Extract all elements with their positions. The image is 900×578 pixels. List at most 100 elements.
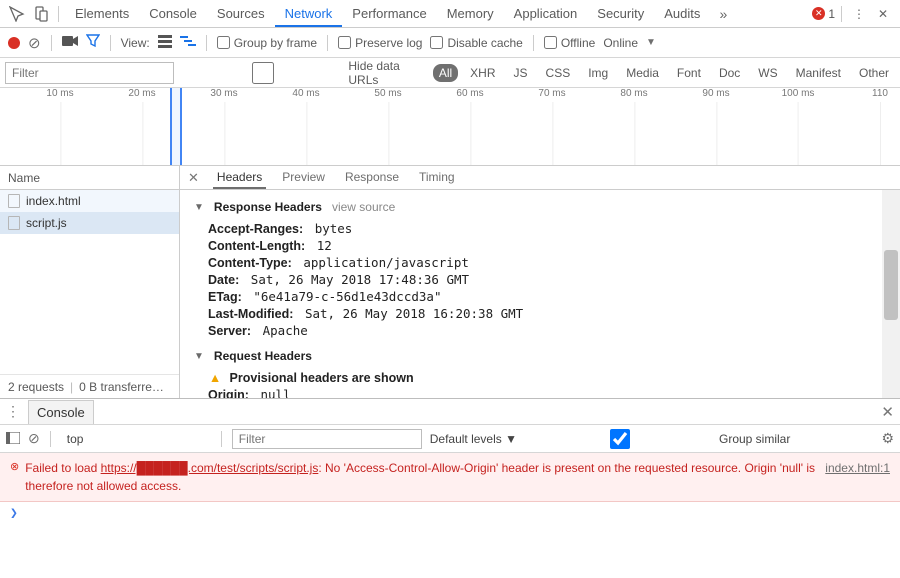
filter-icon[interactable]: [86, 34, 100, 52]
scrollbar[interactable]: [882, 190, 900, 398]
filter-type-all[interactable]: All: [433, 64, 458, 82]
filter-type-font[interactable]: Font: [671, 64, 707, 82]
close-devtools-icon[interactable]: ✕: [872, 3, 894, 25]
timeline-tick: 10 ms: [46, 88, 73, 99]
request-detail: ✕ Headers Preview Response Timing ▼ Respons…: [180, 166, 900, 398]
clear-console-icon[interactable]: ⊘: [28, 430, 40, 447]
offline-checkbox[interactable]: Offline: [544, 36, 595, 50]
detail-tab-preview[interactable]: Preview: [278, 167, 329, 189]
detail-body: ▼ Response Headers view source Accept-Ra…: [180, 190, 900, 398]
header-line: Content-Type: application/javascript: [194, 254, 888, 271]
timeline-tick: 20 ms: [128, 88, 155, 99]
timeline-tick: 80 ms: [620, 88, 647, 99]
tab-sources[interactable]: Sources: [207, 1, 275, 27]
request-count: 2 requests: [8, 380, 64, 394]
error-count-badge[interactable]: ✕1: [812, 7, 835, 21]
tab-memory[interactable]: Memory: [437, 1, 504, 27]
timeline-tick: 50 ms: [374, 88, 401, 99]
console-prompt[interactable]: ❯: [0, 502, 900, 525]
tab-security[interactable]: Security: [587, 1, 654, 27]
kebab-menu-icon[interactable]: ⋮: [848, 3, 870, 25]
filter-row: Hide data URLs All XHR JS CSS Img Media Font Do…: [0, 58, 900, 88]
filter-type-js[interactable]: JS: [508, 64, 534, 82]
detail-tabs: ✕ Headers Preview Response Timing: [180, 166, 900, 190]
tab-network[interactable]: Network: [275, 1, 343, 27]
throttling-select[interactable]: Online: [603, 36, 638, 50]
filter-type-xhr[interactable]: XHR: [464, 64, 501, 82]
preserve-log-checkbox[interactable]: Preserve log: [338, 36, 422, 50]
timeline-overview[interactable]: 10 ms20 ms30 ms40 ms50 ms60 ms70 ms80 ms…: [0, 88, 900, 166]
error-source-link[interactable]: index.html:1: [815, 459, 890, 495]
record-button[interactable]: [8, 37, 20, 49]
hide-data-urls-checkbox[interactable]: Hide data URLs: [182, 59, 425, 87]
filter-type-media[interactable]: Media: [620, 64, 665, 82]
drawer-header: ⋮ Console ✕: [0, 399, 900, 425]
collapse-icon[interactable]: ▼: [194, 351, 204, 362]
error-icon: ⊗: [10, 459, 19, 495]
dropdown-caret-icon[interactable]: ▼: [646, 37, 656, 48]
network-toolbar: ⊘ View: Group by frame Preserve log Disa…: [0, 28, 900, 58]
inspect-icon[interactable]: [6, 3, 28, 25]
warning-icon: ▲: [208, 371, 222, 385]
disable-cache-checkbox[interactable]: Disable cache: [430, 36, 522, 50]
group-similar-checkbox[interactable]: Group similar: [525, 429, 790, 449]
header-line: Accept-Ranges: bytes: [194, 220, 888, 237]
console-error-message[interactable]: ⊗ Failed to load https://██████.com/test…: [0, 453, 900, 502]
header-line: Last-Modified: Sat, 26 May 2018 16:20:38…: [194, 305, 888, 322]
tab-audits[interactable]: Audits: [654, 1, 710, 27]
detail-tab-headers[interactable]: Headers: [213, 167, 266, 189]
more-tabs-icon[interactable]: »: [712, 3, 734, 25]
console-filter-input[interactable]: [232, 429, 422, 449]
tab-elements[interactable]: Elements: [65, 1, 139, 27]
close-detail-icon[interactable]: ✕: [184, 170, 203, 186]
filter-type-doc[interactable]: Doc: [713, 64, 746, 82]
collapse-icon[interactable]: ▼: [194, 202, 204, 213]
clear-icon[interactable]: ⊘: [28, 34, 41, 52]
drawer-tab-console[interactable]: Console: [28, 400, 94, 424]
log-levels-select[interactable]: Default levels ▼: [430, 432, 517, 446]
request-list: Name index.html script.js 2 requests | 0 …: [0, 166, 180, 398]
request-row[interactable]: script.js: [0, 212, 179, 234]
filter-type-img[interactable]: Img: [582, 64, 614, 82]
status-bar: 2 requests | 0 B transferre…: [0, 374, 179, 398]
separator: [533, 35, 534, 51]
view-source-link[interactable]: view source: [332, 200, 395, 214]
provisional-warning: ▲ Provisional headers are shown: [194, 369, 888, 386]
tab-performance[interactable]: Performance: [342, 1, 436, 27]
timeline-selection[interactable]: [170, 88, 182, 165]
separator: [206, 35, 207, 51]
filter-type-ws[interactable]: WS: [752, 64, 783, 82]
waterfall-icon[interactable]: [180, 34, 196, 51]
gear-icon[interactable]: ⚙: [881, 430, 894, 447]
filter-type-manifest[interactable]: Manifest: [790, 64, 847, 82]
request-row[interactable]: index.html: [0, 190, 179, 212]
timeline-tick: 100 ms: [782, 88, 815, 99]
large-rows-icon[interactable]: [158, 34, 172, 52]
file-icon: [8, 194, 20, 208]
separator: [51, 35, 52, 51]
timeline-tick: 40 ms: [292, 88, 319, 99]
tab-console[interactable]: Console: [139, 1, 207, 27]
context-select[interactable]: top: [61, 432, 211, 446]
filter-type-other[interactable]: Other: [853, 64, 895, 82]
detail-tab-response[interactable]: Response: [341, 167, 403, 189]
console-toolbar: ⊘ top Default levels ▼ Group similar ⚙: [0, 425, 900, 453]
device-toggle-icon[interactable]: [30, 3, 52, 25]
sidebar-toggle-icon[interactable]: [6, 431, 20, 447]
column-header-name[interactable]: Name: [0, 166, 179, 190]
group-by-frame-checkbox[interactable]: Group by frame: [217, 36, 317, 50]
kebab-menu-icon[interactable]: ⋮: [6, 403, 20, 420]
timeline-tick: 110: [872, 88, 888, 99]
camera-icon[interactable]: [62, 34, 78, 51]
filter-input[interactable]: [5, 62, 174, 84]
header-line: ETag: "6e41a79-c-56d1e43dccd3a": [194, 288, 888, 305]
filter-type-css[interactable]: CSS: [540, 64, 577, 82]
tab-application[interactable]: Application: [504, 1, 588, 27]
request-name: index.html: [26, 194, 81, 208]
separator: [841, 6, 842, 22]
file-icon: [8, 216, 20, 230]
error-text: Failed to load https://██████.com/test/s…: [25, 459, 815, 495]
close-drawer-icon[interactable]: ✕: [881, 403, 894, 421]
error-count: 1: [828, 7, 835, 21]
detail-tab-timing[interactable]: Timing: [415, 167, 459, 189]
